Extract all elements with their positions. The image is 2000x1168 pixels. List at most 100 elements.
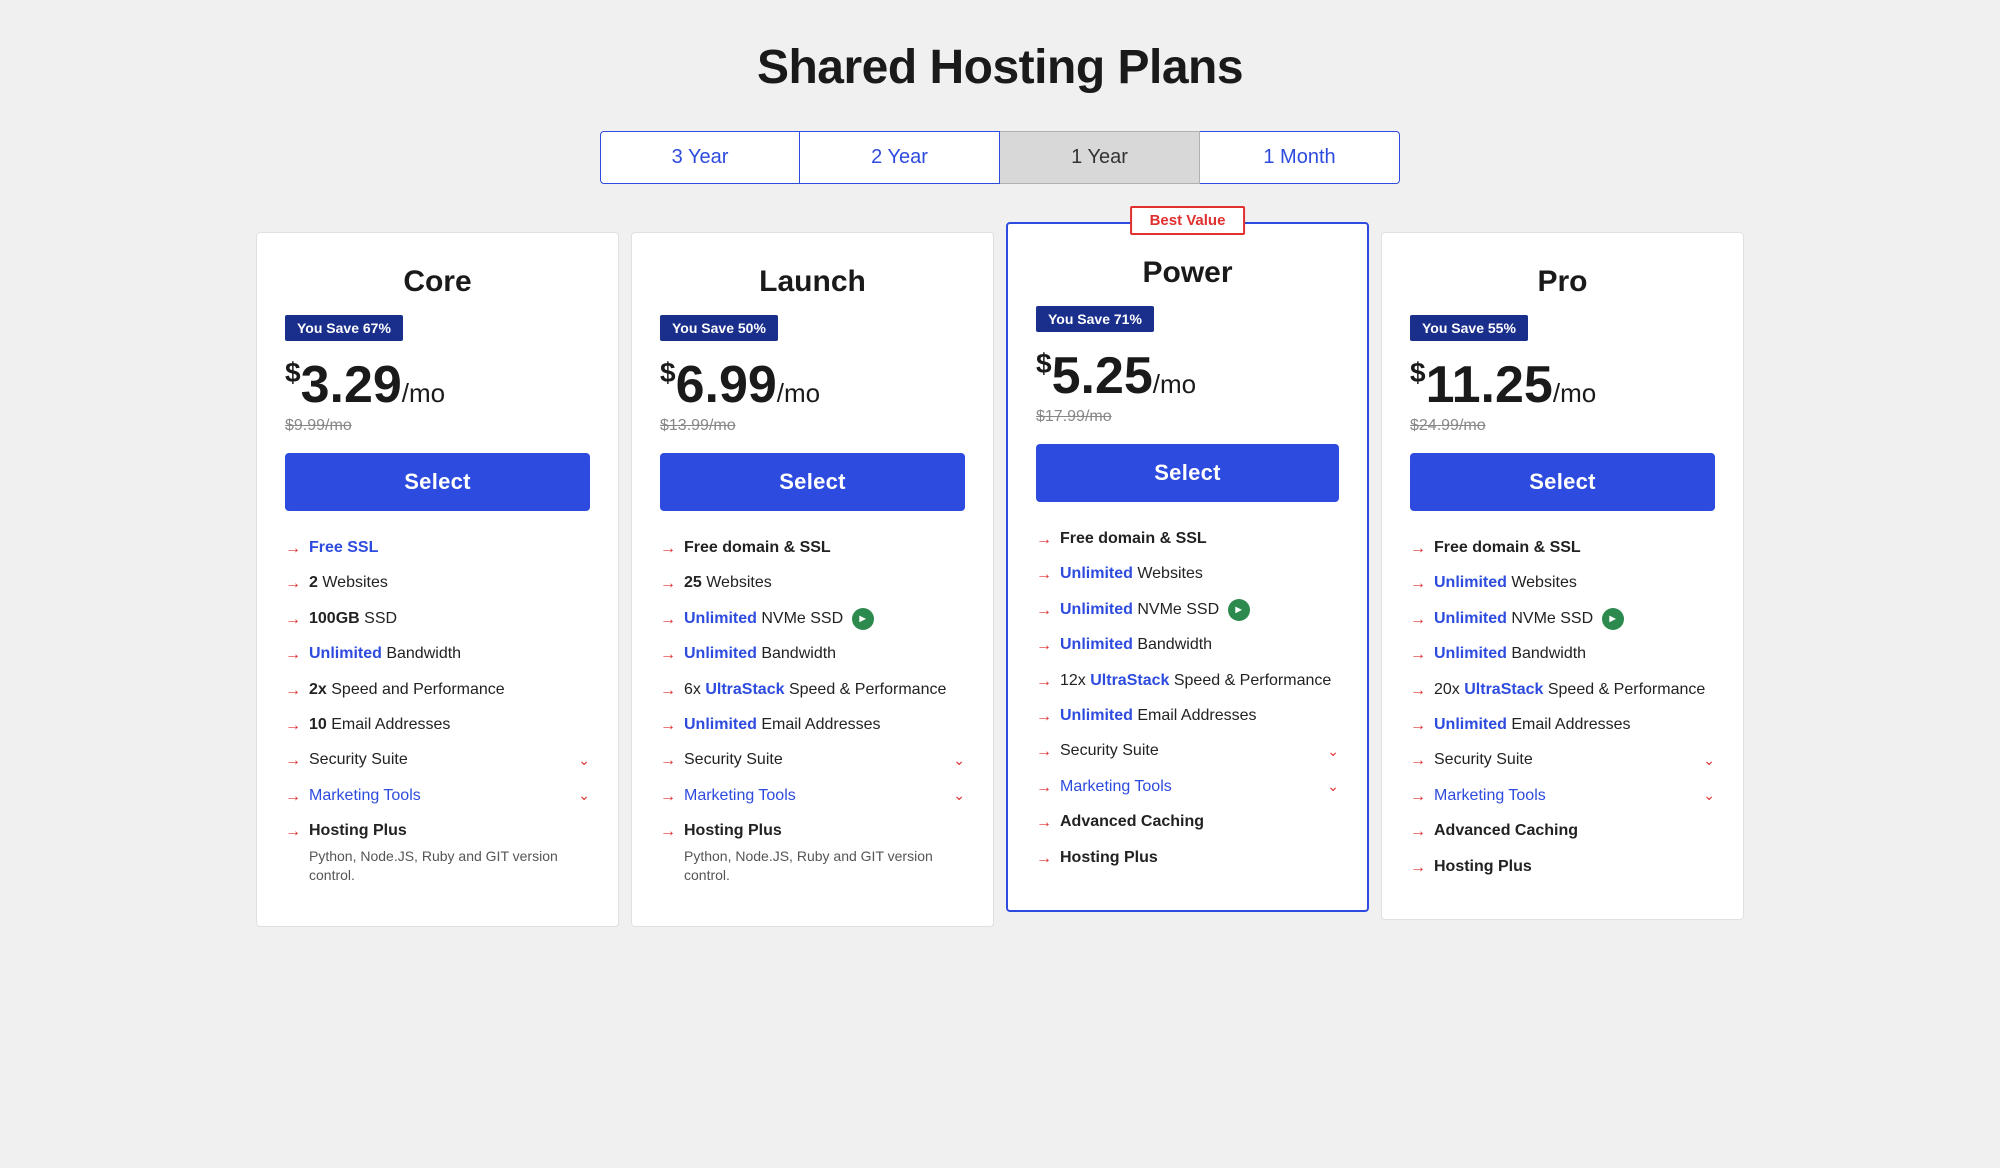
plan-pro-select-button[interactable]: Select	[1410, 453, 1715, 511]
plan-power-price-section: $5.25/mo	[1036, 350, 1339, 402]
feature-item: → Unlimited Email Addresses	[1410, 714, 1715, 737]
arrow-icon: →	[1410, 750, 1426, 772]
tab-3year[interactable]: 3 Year	[600, 131, 800, 184]
best-value-badge: Best Value	[1130, 206, 1246, 235]
feature-text: 25 Websites	[684, 572, 772, 594]
feature-item: → Hosting Plus Python, Node.JS, Ruby and…	[660, 820, 965, 886]
arrow-icon: →	[1410, 786, 1426, 808]
feature-text: Marketing Tools	[309, 785, 421, 807]
feature-text: 20x UltraStack Speed & Performance	[1434, 679, 1705, 701]
plan-core-savings: You Save 67%	[285, 315, 403, 341]
feature-text: Free domain & SSL	[1060, 528, 1207, 550]
feature-item: → Unlimited Email Addresses	[660, 714, 965, 737]
plan-core-features: → Free SSL → 2 Websites → 100GB SSD → Un…	[285, 537, 590, 886]
arrow-icon: →	[660, 786, 676, 808]
feature-item: → 2 Websites	[285, 572, 590, 595]
arrow-icon: →	[1036, 635, 1052, 657]
feature-expandable-marketing[interactable]: Marketing Tools ⌄	[309, 785, 590, 807]
plan-power-original-price: $17.99/mo	[1036, 408, 1339, 426]
chevron-down-icon: ⌄	[1327, 742, 1339, 762]
feature-item: → Free domain & SSL	[1036, 528, 1339, 551]
arrow-icon: →	[660, 644, 676, 666]
feature-text: Unlimited Bandwidth	[309, 643, 461, 665]
arrow-icon: →	[285, 750, 301, 772]
feature-item: → Unlimited Email Addresses	[1036, 705, 1339, 728]
feature-expandable[interactable]: Security Suite ⌄	[1434, 749, 1715, 771]
feature-item: → Unlimited Bandwidth	[660, 643, 965, 666]
feature-item: → 20x UltraStack Speed & Performance	[1410, 679, 1715, 702]
plan-launch-original-price: $13.99/mo	[660, 417, 965, 435]
plan-core-select-button[interactable]: Select	[285, 453, 590, 511]
tab-1month[interactable]: 1 Month	[1200, 131, 1400, 184]
plan-launch-savings: You Save 50%	[660, 315, 778, 341]
arrow-icon: →	[1036, 529, 1052, 551]
plan-launch-price: $6.99/mo	[660, 359, 965, 411]
arrow-icon: →	[1410, 644, 1426, 666]
plan-pro-features: → Free domain & SSL → Unlimited Websites…	[1410, 537, 1715, 879]
page-title: Shared Hosting Plans	[250, 40, 1750, 95]
feature-item: → Marketing Tools ⌄	[660, 785, 965, 808]
feature-item: → Hosting Plus Python, Node.JS, Ruby and…	[285, 820, 590, 886]
plan-power-select-button[interactable]: Select	[1036, 444, 1339, 502]
plan-power: Best Value Power You Save 71% $5.25/mo $…	[1006, 222, 1369, 912]
feature-text: Hosting Plus Python, Node.JS, Ruby and G…	[684, 820, 965, 886]
plan-launch: Launch You Save 50% $6.99/mo $13.99/mo S…	[631, 232, 994, 927]
feature-expandable[interactable]: Security Suite ⌄	[309, 749, 590, 771]
plan-pro-price-section: $11.25/mo	[1410, 359, 1715, 411]
feature-text: Marketing Tools	[1060, 776, 1172, 798]
plan-launch-select-button[interactable]: Select	[660, 453, 965, 511]
feature-item: → Unlimited Bandwidth	[1036, 634, 1339, 657]
feature-text: Hosting Plus Python, Node.JS, Ruby and G…	[309, 820, 590, 886]
feature-text: Hosting Plus	[1434, 856, 1532, 878]
arrow-icon: →	[1036, 671, 1052, 693]
feature-text: 2 Websites	[309, 572, 388, 594]
arrow-icon: →	[1036, 706, 1052, 728]
feature-item: → 100GB SSD	[285, 608, 590, 631]
feature-expandable-marketing[interactable]: Marketing Tools ⌄	[1060, 776, 1339, 798]
feature-text: Marketing Tools	[1434, 785, 1546, 807]
feature-expandable[interactable]: Security Suite ⌄	[684, 749, 965, 771]
feature-expandable[interactable]: Security Suite ⌄	[1060, 740, 1339, 762]
feature-text: Advanced Caching	[1060, 811, 1204, 833]
chevron-down-icon: ⌄	[1703, 786, 1715, 806]
speed-icon: ▶	[1602, 608, 1624, 630]
feature-text: Free domain & SSL	[684, 537, 831, 559]
arrow-icon: →	[1410, 857, 1426, 879]
arrow-icon: →	[1410, 609, 1426, 631]
arrow-icon: →	[1410, 538, 1426, 560]
plan-launch-price-section: $6.99/mo	[660, 359, 965, 411]
feature-item: → Advanced Caching	[1036, 811, 1339, 834]
arrow-icon: →	[660, 821, 676, 843]
feature-item: → 12x UltraStack Speed & Performance	[1036, 670, 1339, 693]
plans-grid: Core You Save 67% $3.29/mo $9.99/mo Sele…	[250, 232, 1750, 927]
feature-text: Free domain & SSL	[1434, 537, 1581, 559]
feature-expandable-marketing[interactable]: Marketing Tools ⌄	[1434, 785, 1715, 807]
chevron-down-icon: ⌄	[953, 751, 965, 771]
feature-item: → Unlimited Websites	[1036, 563, 1339, 586]
feature-text: Unlimited Email Addresses	[684, 714, 881, 736]
page-container: Shared Hosting Plans 3 Year 2 Year 1 Yea…	[250, 40, 1750, 927]
feature-item: → Free domain & SSL	[1410, 537, 1715, 560]
feature-text: 2x Speed and Performance	[309, 679, 505, 701]
feature-text: Security Suite	[1434, 749, 1533, 771]
tab-2year[interactable]: 2 Year	[800, 131, 1000, 184]
feature-note: Python, Node.JS, Ruby and GIT version co…	[309, 847, 590, 886]
arrow-icon: →	[285, 715, 301, 737]
feature-item: → Unlimited NVMe SSD ▶	[660, 608, 965, 631]
feature-item: → Hosting Plus	[1410, 856, 1715, 879]
feature-text: 100GB SSD	[309, 608, 397, 630]
feature-text: Advanced Caching	[1434, 820, 1578, 842]
feature-text: Unlimited NVMe SSD ▶	[684, 608, 874, 631]
feature-text: Unlimited NVMe SSD ▶	[1434, 608, 1624, 631]
feature-note: Python, Node.JS, Ruby and GIT version co…	[684, 847, 965, 886]
feature-text: 6x UltraStack Speed & Performance	[684, 679, 946, 701]
arrow-icon: →	[1410, 573, 1426, 595]
feature-text: Unlimited Bandwidth	[1434, 643, 1586, 665]
feature-item: → Marketing Tools ⌄	[1410, 785, 1715, 808]
plan-launch-features: → Free domain & SSL → 25 Websites → Unli…	[660, 537, 965, 886]
feature-item: → Hosting Plus	[1036, 847, 1339, 870]
feature-expandable-marketing[interactable]: Marketing Tools ⌄	[684, 785, 965, 807]
feature-text: Hosting Plus	[1060, 847, 1158, 869]
tab-1year[interactable]: 1 Year	[1000, 131, 1200, 184]
feature-item: → 25 Websites	[660, 572, 965, 595]
